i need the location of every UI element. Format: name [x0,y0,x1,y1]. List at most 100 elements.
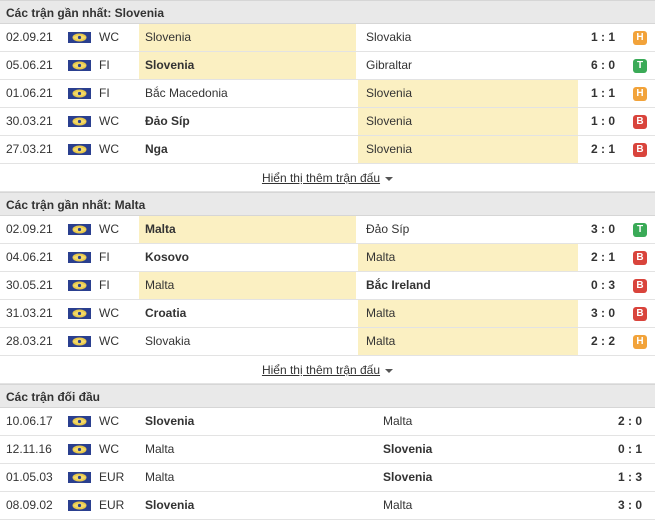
match-date: 01.05.03 [6,470,53,484]
match-row[interactable]: 30.03.21 WC Đảo Síp Slovenia 1 : 0 B [0,108,655,136]
competition-code: EUR [99,498,125,512]
away-team[interactable]: Malta [375,492,600,519]
competition-flag-icon [68,144,91,155]
match-date: 28.03.21 [6,334,53,348]
match-score: 6 : 0 [590,58,615,72]
match-date: 12.11.16 [6,442,52,456]
match-score: 3 : 0 [590,306,615,320]
show-more-link[interactable]: Hiển thị thêm trận đấu [262,363,380,377]
home-team[interactable]: Slovenia [139,52,356,79]
competition-code: FI [99,86,110,100]
match-row[interactable]: 04.06.21 FI Kosovo Malta 2 : 1 B [0,244,655,272]
competition-flag-icon [68,308,91,319]
competition-code: WC [99,142,119,156]
home-team[interactable]: Đảo Síp [139,108,356,135]
match-score: 2 : 2 [590,334,615,348]
away-team[interactable]: Slovakia [358,24,578,51]
match-row[interactable]: 31.03.21 WC Croatia Malta 3 : 0 B [0,300,655,328]
match-date: 04.06.21 [6,250,53,264]
match-row[interactable]: 05.06.21 FI Slovenia Gibraltar 6 : 0 T [0,52,655,80]
away-team[interactable]: Gibraltar [358,52,578,79]
show-more-row: Hiển thị thêm trận đấu [0,164,655,192]
away-team[interactable]: Slovenia [375,464,600,491]
result-badge: B [633,251,647,265]
section-title: Các trận gần nhất: Slovenia [0,0,655,24]
match-score: 2 : 1 [590,142,615,156]
home-team[interactable]: Bắc Macedonia [139,80,356,107]
competition-flag-icon [68,280,91,291]
competition-code: FI [99,250,110,264]
result-badge: B [633,307,647,321]
competition-flag-icon [68,116,91,127]
match-score: 3 : 0 [590,222,615,236]
match-row[interactable]: 28.03.21 WC Slovakia Malta 2 : 2 H [0,328,655,356]
away-team[interactable]: Malta [358,328,578,355]
result-badge: T [633,59,647,73]
show-more-link[interactable]: Hiển thị thêm trận đấu [262,171,380,185]
away-team[interactable]: Bắc Ireland [358,272,578,299]
match-row[interactable]: 12.11.16 WC Malta Slovenia 0 : 1 [0,436,655,464]
away-team[interactable]: Slovenia [358,108,578,135]
home-team[interactable]: Malta [139,216,356,243]
match-row[interactable]: 30.05.21 FI Malta Bắc Ireland 0 : 3 B [0,272,655,300]
away-team[interactable]: Slovenia [375,436,600,463]
competition-code: WC [99,442,119,456]
head-to-head-section: Các trận đối đầu 10.06.17 WC Slovenia Malta 2… [0,384,655,520]
match-score: 2 : 1 [590,250,615,264]
caret-down-icon[interactable] [385,176,394,181]
away-team[interactable]: Slovenia [358,80,578,107]
home-team[interactable]: Malta [139,436,356,463]
match-row[interactable]: 01.05.03 EUR Malta Slovenia 1 : 3 [0,464,655,492]
match-date: 05.06.21 [6,58,53,72]
home-team[interactable]: Slovakia [139,328,356,355]
section-title: Các trận đối đầu [0,384,655,408]
match-row[interactable]: 02.09.21 WC Slovenia Slovakia 1 : 1 H [0,24,655,52]
away-team[interactable]: Slovenia [358,136,578,163]
match-score: 2 : 0 [617,414,642,428]
away-team[interactable]: Malta [358,244,578,271]
result-badge: H [633,87,647,101]
home-team[interactable]: Malta [139,272,356,299]
result-badge: H [633,31,647,45]
home-team[interactable]: Slovenia [139,24,356,51]
match-row[interactable]: 10.06.17 WC Slovenia Malta 2 : 0 [0,408,655,436]
match-date: 02.09.21 [6,30,53,44]
competition-flag-icon [68,252,91,263]
match-score: 0 : 1 [617,442,642,456]
result-badge: B [633,115,647,129]
match-row[interactable]: 08.09.02 EUR Slovenia Malta 3 : 0 [0,492,655,520]
match-date: 27.03.21 [6,142,53,156]
match-score: 1 : 0 [590,114,615,128]
match-date: 31.03.21 [6,306,53,320]
match-date: 30.05.21 [6,278,53,292]
competition-flag-icon [68,60,91,71]
match-score: 1 : 1 [590,30,615,44]
competition-code: FI [99,278,110,292]
section-title: Các trận gần nhất: Malta [0,192,655,216]
home-team[interactable]: Slovenia [139,492,356,519]
match-date: 30.03.21 [6,114,53,128]
recent-matches-section: Các trận gần nhất: Slovenia 02.09.21 WC Slo… [0,0,655,192]
match-date: 01.06.21 [6,86,53,100]
competition-flag-icon [68,336,91,347]
match-date: 08.09.02 [6,498,53,512]
away-team[interactable]: Malta [375,408,600,435]
home-team[interactable]: Slovenia [139,408,356,435]
match-row[interactable]: 01.06.21 FI Bắc Macedonia Slovenia 1 : 1 H [0,80,655,108]
home-team[interactable]: Kosovo [139,244,356,271]
match-score: 1 : 1 [590,86,615,100]
competition-code: EUR [99,470,125,484]
match-date: 02.09.21 [6,222,53,236]
caret-down-icon[interactable] [385,368,394,373]
match-row[interactable]: 27.03.21 WC Nga Slovenia 2 : 1 B [0,136,655,164]
home-team[interactable]: Nga [139,136,356,163]
away-team[interactable]: Malta [358,300,578,327]
matches-page: Các trận gần nhất: Slovenia 02.09.21 WC Slo… [0,0,655,520]
home-team[interactable]: Croatia [139,300,356,327]
home-team[interactable]: Malta [139,464,356,491]
result-badge: T [633,223,647,237]
match-row[interactable]: 02.09.21 WC Malta Đảo Síp 3 : 0 T [0,216,655,244]
result-badge: B [633,279,647,293]
result-badge: H [633,335,647,349]
away-team[interactable]: Đảo Síp [358,216,578,243]
